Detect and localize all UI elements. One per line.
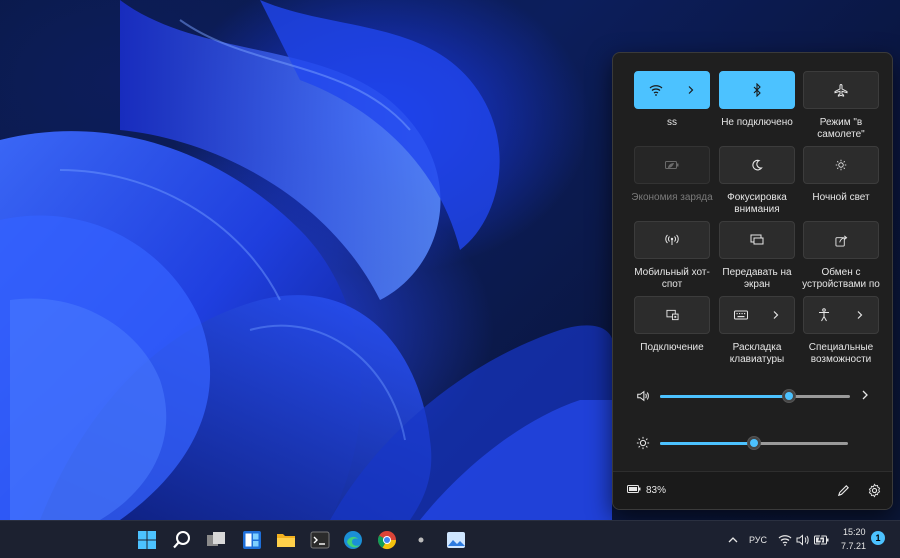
tile-label: Обмен с устройствами по [802,267,880,290]
quick-settings-panel: ss Не подключено Режим "в самолете" Экономи… [612,52,893,510]
tile-connect: Подключение [634,296,710,354]
share-icon [834,234,848,247]
tile-focus: Фокусировка внимания [719,146,795,216]
airplane-toggle-button[interactable] [803,71,879,109]
widgets-icon[interactable] [241,529,263,551]
battery-saver-toggle-button [634,146,710,184]
search-icon[interactable] [171,529,193,551]
language-indicator[interactable]: РУС [749,535,767,545]
accessibility-icon [818,308,830,322]
accessibility-toggle-button[interactable] [803,296,879,334]
volume-thumb[interactable] [782,389,796,403]
battery-percent: 83% [646,485,667,496]
brightness-thumb[interactable] [747,436,761,450]
tile-keyboard-layout: Раскладка клавиатуры [719,296,795,366]
chevron-right-icon[interactable] [856,310,864,320]
hotspot-toggle-button[interactable] [634,221,710,259]
brightness-fill [660,442,754,445]
bluetooth-icon [752,83,762,97]
speaker-icon[interactable] [635,388,651,404]
wifi-icon [649,84,663,96]
bluetooth-toggle-button[interactable] [719,71,795,109]
file-explorer-icon[interactable] [275,529,297,551]
brightness-icon [635,435,651,451]
tile-label: Мобильный хот-спот [634,267,710,290]
start-windows-icon[interactable] [136,529,158,551]
app-dot-icon[interactable] [410,529,432,551]
tile-label: ss [667,117,677,128]
tray-wifi-icon[interactable] [778,533,792,551]
tile-nearby-share: Обмен с устройствами по [802,221,880,291]
tile-label: Режим "в самолете" [817,117,865,140]
tile-battery-saver: Экономия заряда [631,146,713,204]
keyboard-layout-toggle-button[interactable] [719,296,795,334]
terminal-icon[interactable] [309,529,331,551]
clock-time[interactable]: 15:20 [843,527,866,537]
connect-icon [665,309,679,321]
tile-label: Не подключено [721,117,793,128]
tray-battery-icon[interactable] [814,533,830,551]
chevron-right-icon[interactable] [687,85,695,95]
moon-icon [751,159,763,171]
taskbar: РУС 15:20 7.7.21 [0,520,900,558]
battery-icon [627,484,641,497]
cast-icon [750,234,764,246]
airplane-icon [834,83,848,97]
focus-toggle-button[interactable] [719,146,795,184]
night-light-toggle-button[interactable] [803,146,879,184]
volume-fill [660,395,789,398]
clock-date[interactable]: 7.7.21 [841,541,866,551]
show-hidden-icons-chevron-icon[interactable] [727,533,739,551]
edit-pencil-icon[interactable] [836,483,851,503]
tray-volume-icon[interactable] [796,533,810,551]
wifi-toggle-button[interactable] [634,71,710,109]
photos-app-icon[interactable] [445,529,467,551]
tile-label: Фокусировка внимания [727,192,787,215]
settings-gear-icon[interactable] [867,483,882,503]
tile-label: Передавать на экран [722,267,792,290]
chrome-browser-icon[interactable] [376,529,398,551]
tile-hotspot: Мобильный хот-спот [634,221,710,291]
notification-badge[interactable]: 1 [871,531,885,545]
tile-bluetooth: Не подключено [719,71,795,129]
tile-label: Ночной свет [812,192,870,203]
tile-label: Подключение [640,342,704,353]
task-view-icon[interactable] [205,529,227,551]
project-toggle-button[interactable] [719,221,795,259]
tile-label: Раскладка клавиатуры [729,342,785,365]
tile-label: Специальные возможности [808,342,874,365]
brightness-icon [835,159,847,171]
tile-wifi: ss [634,71,710,129]
quick-settings-footer: 83% [613,471,892,509]
tile-accessibility: Специальные возможности [803,296,879,366]
keyboard-icon [734,310,748,320]
chevron-right-icon[interactable] [772,310,780,320]
volume-output-chevron-icon[interactable] [858,388,872,402]
connect-toggle-button[interactable] [634,296,710,334]
tile-label: Экономия заряда [631,192,713,203]
tile-project: Передавать на экран [719,221,795,291]
battery-status[interactable]: 83% [627,484,666,497]
tile-night-light: Ночной свет [803,146,879,204]
hotspot-icon [665,234,679,246]
edge-browser-icon[interactable] [342,529,364,551]
battery-saver-icon [665,160,679,170]
nearby-share-toggle-button[interactable] [803,221,879,259]
tile-airplane: Режим "в самолете" [803,71,879,141]
